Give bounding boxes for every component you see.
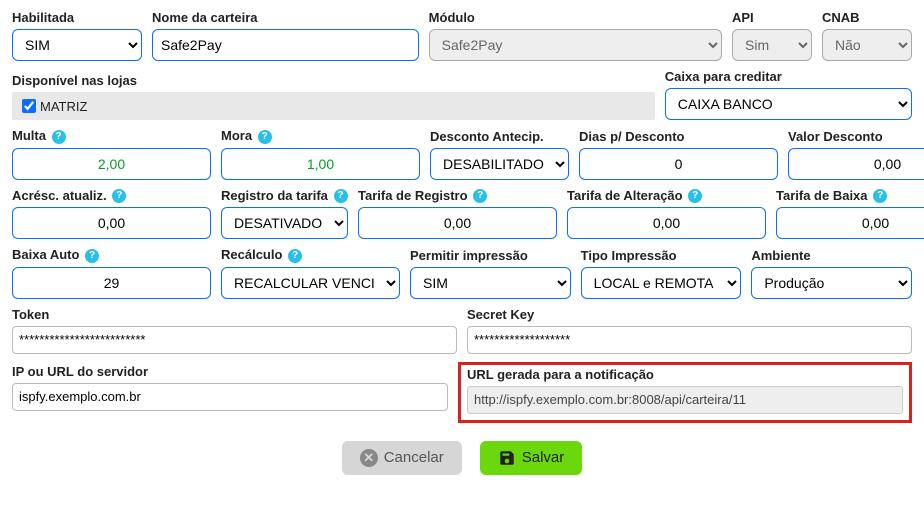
nome-carteira-label: Nome da carteira	[152, 10, 419, 25]
ambiente-select[interactable]: Produção	[751, 267, 912, 299]
disponivel-lojas-label: Disponível nas lojas	[12, 73, 655, 88]
api-select[interactable]: Sim	[732, 29, 812, 61]
secret-key-label: Secret Key	[467, 307, 912, 322]
matriz-checkbox[interactable]	[22, 99, 36, 113]
disponivel-lojas-bar: MATRIZ	[12, 92, 655, 120]
recalculo-select[interactable]: RECALCULAR VENCI	[221, 267, 400, 299]
cnab-label: CNAB	[822, 10, 912, 25]
tarifa-baixa-label: Tarifa de Baixa ?	[776, 188, 924, 204]
valor-desconto-input[interactable]	[788, 148, 924, 180]
save-button-label: Salvar	[522, 449, 565, 466]
permitir-impressao-label: Permitir impressão	[410, 248, 571, 263]
modulo-label: Módulo	[429, 10, 722, 25]
mora-label: Mora ?	[221, 128, 420, 144]
api-label: API	[732, 10, 812, 25]
secret-key-input[interactable]	[467, 326, 912, 354]
help-icon[interactable]: ?	[334, 189, 348, 203]
cancel-button-label: Cancelar	[384, 449, 444, 466]
save-button[interactable]: Salvar	[480, 441, 583, 475]
multa-label: Multa ?	[12, 128, 211, 144]
valor-desconto-label: Valor Desconto	[788, 129, 924, 144]
nome-carteira-input[interactable]	[152, 29, 419, 61]
tipo-impressao-select[interactable]: LOCAL e REMOTA	[581, 267, 742, 299]
caixa-creditar-label: Caixa para creditar	[665, 69, 912, 84]
dias-desconto-label: Dias p/ Desconto	[579, 129, 778, 144]
baixa-auto-input[interactable]	[12, 267, 211, 299]
habilitada-label: Habilitada	[12, 10, 142, 25]
acresc-atualiz-input[interactable]	[12, 207, 211, 239]
baixa-auto-label: Baixa Auto ?	[12, 247, 211, 263]
permitir-impressao-select[interactable]: SIM	[410, 267, 571, 299]
cnab-select[interactable]: Não	[822, 29, 912, 61]
help-icon[interactable]: ?	[288, 249, 302, 263]
dias-desconto-input[interactable]	[579, 148, 778, 180]
ip-url-label: IP ou URL do servidor	[12, 364, 448, 379]
url-notificacao-highlight: URL gerada para a notificação	[458, 362, 912, 423]
desconto-antecip-select[interactable]: DESABILITADO	[430, 148, 569, 180]
multa-input[interactable]	[12, 148, 211, 180]
tarifa-registro-label: Tarifa de Registro ?	[358, 188, 557, 204]
registro-tarifa-select[interactable]: DESATIVADO	[221, 207, 348, 239]
url-notificacao-field	[467, 386, 903, 414]
modulo-select[interactable]: Safe2Pay	[429, 29, 722, 61]
url-notificacao-label: URL gerada para a notificação	[467, 367, 903, 382]
help-icon[interactable]: ?	[85, 249, 99, 263]
tarifa-alteracao-input[interactable]	[567, 207, 766, 239]
token-label: Token	[12, 307, 457, 322]
matriz-checkbox-label: MATRIZ	[40, 99, 87, 114]
save-icon	[498, 449, 516, 467]
help-icon[interactable]: ?	[52, 130, 66, 144]
token-input[interactable]	[12, 326, 457, 354]
registro-tarifa-label: Registro da tarifa ?	[221, 188, 348, 204]
help-icon[interactable]: ?	[688, 189, 702, 203]
cancel-icon: ✕	[360, 449, 378, 467]
cancel-button[interactable]: ✕ Cancelar	[342, 441, 462, 475]
tipo-impressao-label: Tipo Impressão	[581, 248, 742, 263]
help-icon[interactable]: ?	[473, 189, 487, 203]
tarifa-alteracao-label: Tarifa de Alteração ?	[567, 188, 766, 204]
tarifa-baixa-input[interactable]	[776, 207, 924, 239]
habilitada-select[interactable]: SIM	[12, 29, 142, 61]
help-icon[interactable]: ?	[873, 189, 887, 203]
desconto-antecip-label: Desconto Antecip.	[430, 129, 569, 144]
tarifa-registro-input[interactable]	[358, 207, 557, 239]
mora-input[interactable]	[221, 148, 420, 180]
ambiente-label: Ambiente	[751, 248, 912, 263]
help-icon[interactable]: ?	[258, 130, 272, 144]
acresc-atualiz-label: Acrésc. atualiz. ?	[12, 188, 211, 204]
caixa-creditar-select[interactable]: CAIXA BANCO	[665, 88, 912, 120]
recalculo-label: Recálculo ?	[221, 247, 400, 263]
help-icon[interactable]: ?	[112, 189, 126, 203]
ip-url-input[interactable]	[12, 383, 448, 411]
